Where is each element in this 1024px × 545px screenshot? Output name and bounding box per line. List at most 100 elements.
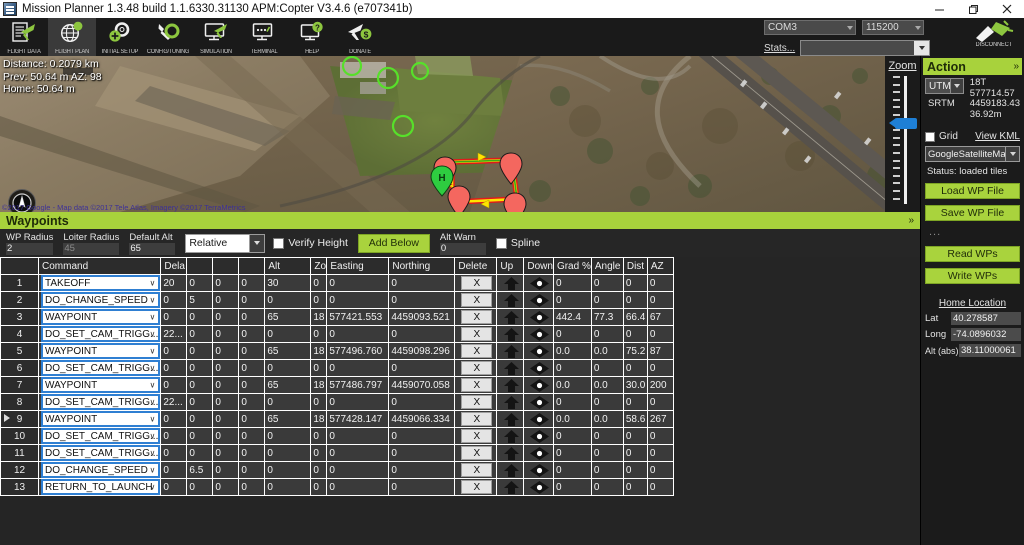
table-row[interactable]: 7 WAYPOINT ∨ 0 0 0 0 65 18 577486.797 4459070.058 X… <box>0 376 674 394</box>
northing-cell[interactable]: 0 <box>388 274 456 292</box>
zoom-slider-handle[interactable] <box>889 118 917 129</box>
zone-cell[interactable]: 0 <box>310 325 328 343</box>
col-header-p2[interactable] <box>186 257 214 275</box>
row-number-cell[interactable]: 12 <box>0 461 39 479</box>
chevron-down-icon[interactable] <box>249 233 266 253</box>
azimuth-cell[interactable]: 0 <box>647 274 674 292</box>
move-down-button[interactable] <box>523 410 554 428</box>
move-up-button[interactable] <box>496 461 525 479</box>
row-number-cell[interactable]: 7 <box>0 376 39 394</box>
spline-checkbox[interactable] <box>495 237 507 249</box>
angle-cell[interactable]: 77.3 <box>591 308 624 326</box>
toolbar-button-terminal[interactable]: TERMINAL <box>240 18 288 56</box>
default-alt-input[interactable]: 65 <box>129 242 176 255</box>
angle-cell[interactable]: 0 <box>591 461 624 479</box>
delete-row-button[interactable]: X <box>454 342 498 360</box>
param4-cell[interactable]: 0 <box>238 359 266 377</box>
grade-cell[interactable]: 0.0 <box>553 410 592 428</box>
row-number-cell[interactable]: 2 <box>0 291 39 309</box>
param4-cell[interactable]: 0 <box>238 478 266 496</box>
zone-cell[interactable]: 0 <box>310 444 328 462</box>
move-up-button[interactable] <box>496 325 525 343</box>
restore-icon[interactable] <box>956 0 990 18</box>
table-row[interactable]: 13 RETURN_TO_LAUNCH ∨ 0 0 0 0 0 0 0 0 X 0 0 0 0 <box>0 478 674 496</box>
col-header-rownum[interactable] <box>0 257 39 275</box>
distance-cell[interactable]: 0 <box>623 325 648 343</box>
angle-cell[interactable]: 0 <box>591 393 624 411</box>
alt-cell[interactable]: 0 <box>264 427 312 445</box>
command-select[interactable]: DO_SET_CAM_TRIGG... ∨ <box>38 444 162 462</box>
param4-cell[interactable]: 0 <box>238 461 266 479</box>
col-header-dist[interactable]: Dist <box>623 257 648 275</box>
zone-cell[interactable]: 0 <box>310 393 328 411</box>
toolbar-button-initial-setup[interactable]: INITIAL SETUP <box>96 18 144 56</box>
command-select[interactable]: DO_CHANGE_SPEED ∨ <box>38 461 162 479</box>
azimuth-cell[interactable]: 200 <box>647 376 674 394</box>
col-header-up[interactable]: Up <box>496 257 525 275</box>
azimuth-cell[interactable]: 0 <box>647 427 674 445</box>
angle-cell[interactable]: 0 <box>591 359 624 377</box>
angle-cell[interactable]: 0.0 <box>591 342 624 360</box>
param4-cell[interactable]: 0 <box>238 308 266 326</box>
param2-cell[interactable]: 0 <box>186 359 214 377</box>
delay-cell[interactable]: 22... <box>160 325 188 343</box>
delay-cell[interactable]: 0 <box>160 478 188 496</box>
alt-cell[interactable]: 0 <box>264 291 312 309</box>
altitude-frame-select[interactable]: Relative <box>185 233 266 253</box>
param2-cell[interactable]: 6.5 <box>186 461 214 479</box>
distance-cell[interactable]: 30.0 <box>623 376 648 394</box>
delete-row-button[interactable]: X <box>454 444 498 462</box>
zone-cell[interactable]: 18 <box>310 308 328 326</box>
azimuth-cell[interactable]: 0 <box>647 291 674 309</box>
param3-cell[interactable]: 0 <box>212 308 240 326</box>
easting-cell[interactable]: 0 <box>326 393 390 411</box>
read-wps-button[interactable]: Read WPs <box>925 246 1020 262</box>
delay-cell[interactable]: 0 <box>160 444 188 462</box>
distance-cell[interactable]: 75.2 <box>623 342 648 360</box>
zone-cell[interactable]: 0 <box>310 291 328 309</box>
param3-cell[interactable]: 0 <box>212 376 240 394</box>
chevron-down-icon[interactable] <box>949 78 964 94</box>
col-header-northing[interactable]: Northing <box>388 257 456 275</box>
chevron-expand-icon[interactable]: » <box>908 215 914 226</box>
alt-cell[interactable]: 65 <box>264 410 312 428</box>
toolbar-button-donate[interactable]: $ DONATE <box>336 18 384 56</box>
col-header-delay[interactable]: Dela <box>160 257 188 275</box>
table-row[interactable]: 5 WAYPOINT ∨ 0 0 0 0 65 18 577496.760 4459098.296 X… <box>0 342 674 360</box>
move-down-button[interactable] <box>523 376 554 394</box>
toolbar-button-flight-plan[interactable]: FLIGHT PLAN <box>48 18 96 56</box>
delay-cell[interactable]: 0 <box>160 410 188 428</box>
param3-cell[interactable]: 0 <box>212 274 240 292</box>
azimuth-cell[interactable]: 0 <box>647 393 674 411</box>
command-select[interactable]: WAYPOINT ∨ <box>38 342 162 360</box>
grade-cell[interactable]: 0 <box>553 427 592 445</box>
row-number-cell[interactable]: 1 <box>0 274 39 292</box>
command-select[interactable]: WAYPOINT ∨ <box>38 376 162 394</box>
azimuth-cell[interactable]: 0 <box>647 478 674 496</box>
param3-cell[interactable]: 0 <box>212 359 240 377</box>
command-select[interactable]: TAKEOFF ∨ <box>38 274 162 292</box>
coordinate-system-select[interactable]: UTM <box>925 78 964 94</box>
table-row[interactable]: 4 DO_SET_CAM_TRIGG... ∨ 22... 0 0 0 0 0 0 0 X 0 0 0 0 <box>0 325 674 343</box>
param4-cell[interactable]: 0 <box>238 291 266 309</box>
baud-rate-select[interactable]: 115200 <box>862 20 924 35</box>
alt-cell[interactable]: 0 <box>264 461 312 479</box>
status-select[interactable] <box>800 40 931 56</box>
long-input[interactable]: -74.0896032 <box>951 328 1021 341</box>
distance-cell[interactable]: 0 <box>623 478 648 496</box>
angle-cell[interactable]: 0 <box>591 291 624 309</box>
grade-cell[interactable]: 0 <box>553 444 592 462</box>
move-down-button[interactable] <box>523 427 554 445</box>
map-source-select[interactable]: GoogleSatelliteMap <box>925 146 1020 162</box>
easting-cell[interactable]: 577428.147 <box>326 410 390 428</box>
grade-cell[interactable]: 0 <box>553 393 592 411</box>
waypoints-grid[interactable]: Command Dela Alt Zo Easting Northing Del… <box>0 257 920 545</box>
row-number-cell[interactable]: 6 <box>0 359 39 377</box>
param3-cell[interactable]: 0 <box>212 478 240 496</box>
delay-cell[interactable]: 0 <box>160 291 188 309</box>
zone-cell[interactable]: 0 <box>310 478 328 496</box>
angle-cell[interactable]: 0 <box>591 274 624 292</box>
move-up-button[interactable] <box>496 444 525 462</box>
angle-cell[interactable]: 0.0 <box>591 376 624 394</box>
angle-cell[interactable]: 0 <box>591 427 624 445</box>
